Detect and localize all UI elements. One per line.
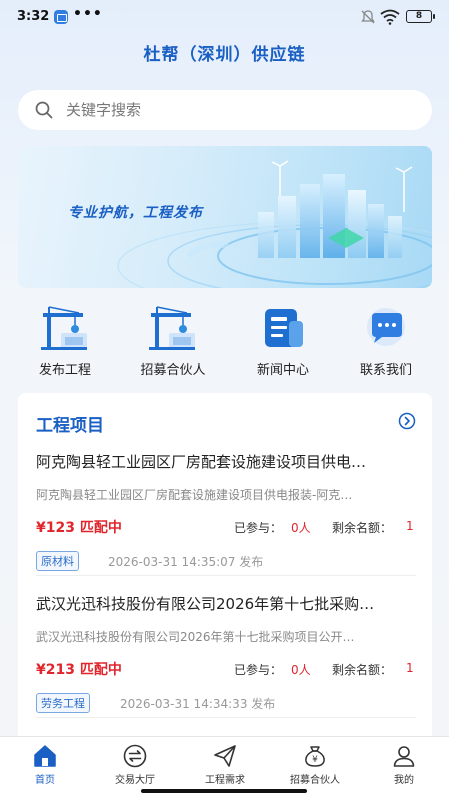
tab-label: 我的 [394,775,414,786]
project-title: 武汉光迅科技股份有限公司2026年第十七批采购… [36,595,375,613]
more-notifications-icon: ••• [73,6,103,22]
quick-label: 招募合伙人 [140,363,206,378]
remaining-value: 1 [406,519,414,533]
battery-icon: 8 [406,10,435,23]
home-indicator[interactable] [141,789,307,793]
page-title: 杜帮（深圳）供应链 [143,45,306,65]
category-tag: 劳务工程 [36,693,90,713]
tab-label: 工程需求 [205,775,245,786]
quick-publish-project[interactable]: 发布工程 [15,305,115,378]
chat-bubble-icon [367,308,405,346]
tab-label: 招募合伙人 [290,775,340,786]
tab-recruit-partner[interactable]: ¥ 招募合伙人 [270,743,360,786]
category-tag: 原材料 [36,551,79,571]
divider [36,575,416,576]
project-title: 阿克陶县轻工业园区厂房配套设施建设项目供电… [36,453,367,471]
tab-mine[interactable]: 我的 [359,743,449,786]
quick-label: 联系我们 [359,363,412,378]
home-icon [34,745,56,767]
remaining-label: 剩余名额： [332,521,393,535]
app-notification-icon [54,10,68,24]
tab-label: 交易大厅 [115,775,155,786]
app-screen: 3:32 ••• 8 杜帮（深圳）供应链 关键字搜索 专业护航，工程发布 发布工… [0,0,449,800]
quick-contact-us[interactable]: 联系我们 [336,305,436,378]
quick-recruit-partner[interactable]: 招募合伙人 [123,305,223,378]
quick-label: 新闻中心 [256,363,309,378]
quick-label: 发布工程 [38,363,91,378]
quick-news-center[interactable]: 新闻中心 [233,305,333,378]
joined-label: 已参与： [234,521,283,535]
divider [36,717,416,718]
search-icon [35,101,53,119]
remaining-value: 1 [406,661,414,675]
project-price: ¥213 匹配中 [36,662,122,678]
chevron-right-circle-icon[interactable] [398,412,416,430]
money-bag-icon: ¥ [305,746,325,767]
promo-banner[interactable]: 专业护航，工程发布 [18,146,432,288]
crane-icon [41,306,87,350]
joined-value: 0人 [291,521,311,535]
wifi-icon [380,9,400,25]
tab-label: 首页 [35,775,55,786]
status-bar: 3:32 ••• 8 [0,0,449,36]
search-input[interactable] [66,101,386,119]
tab-trading-hall[interactable]: 交易大厅 [90,743,180,786]
mute-icon [361,10,375,24]
search-bar[interactable] [18,90,432,130]
project-meta: 原材料 2026-03-31 14:35:07 发布 [36,551,416,571]
tab-home[interactable]: 首页 [0,743,90,786]
news-icon [265,309,303,347]
joined-value: 0人 [291,663,311,677]
publish-time: 2026-03-31 14:34:33 发布 [120,697,276,711]
project-list-item[interactable]: 阿克陶县轻工业园区厂房配套设施建设项目供电… 阿克陶县轻工业园区厂房配套设施建设… [36,451,416,571]
quick-actions: 发布工程 招募合伙人 新闻中心 联系我们 [0,305,449,385]
status-time: 3:32 [17,9,50,24]
remaining-label: 剩余名额： [332,663,393,677]
project-list-item[interactable]: 武汉光迅科技股份有限公司2026年第十七批采购… 武汉光迅科技股份有限公司202… [36,593,416,713]
banner-slogan: 专业护航，工程发布 [68,205,203,221]
joined-label: 已参与： [234,663,283,677]
paper-plane-icon [214,745,236,767]
project-description: 武汉光迅科技股份有限公司2026年第十七批采购项目公开… [36,630,355,644]
exchange-icon [123,744,147,768]
publish-time: 2026-03-31 14:35:07 发布 [108,555,264,569]
projects-card: 工程项目 阿克陶县轻工业园区厂房配套设施建设项目供电… 阿克陶县轻工业园区厂房配… [18,393,432,738]
project-price: ¥123 匹配中 [36,520,122,536]
project-meta: 劳务工程 2026-03-31 14:34:33 发布 [36,693,416,713]
section-title: 工程项目 [36,416,104,436]
project-stats: ¥213 匹配中 已参与： 0人 剩余名额： 1 [36,659,416,679]
svg-text:¥: ¥ [312,755,318,765]
project-description: 阿克陶县轻工业园区厂房配套设施建设项目供电报装-阿克… [36,488,353,502]
tab-project-demand[interactable]: 工程需求 [180,743,270,786]
user-icon [393,746,415,767]
crane-recruit-icon [149,306,195,350]
project-stats: ¥123 匹配中 已参与： 0人 剩余名额： 1 [36,517,416,537]
